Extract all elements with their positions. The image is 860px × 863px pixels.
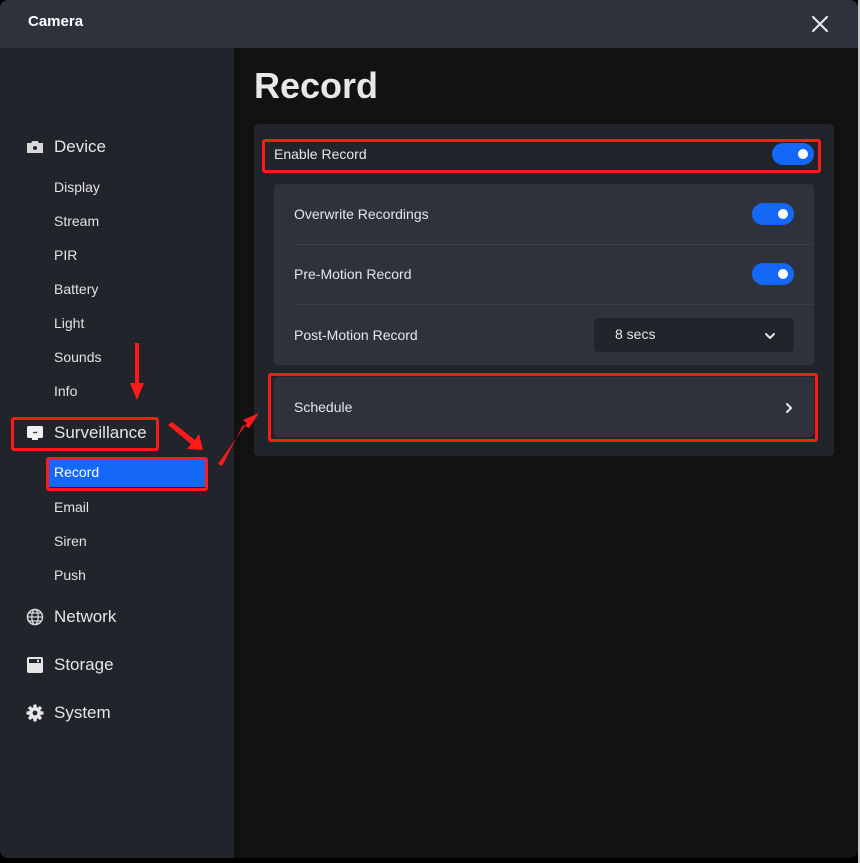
toggle-knob <box>778 269 788 279</box>
overwrite-recordings-label: Overwrite Recordings <box>294 206 429 222</box>
enable-record-label: Enable Record <box>274 146 367 162</box>
divider <box>294 304 814 305</box>
record-settings-panel: Enable Record Overwrite Recordings Pre-M… <box>254 124 834 456</box>
monitor-icon <box>26 424 44 442</box>
camera-settings-window: Camera Device Display Stream PIR Battery… <box>0 0 858 858</box>
sidebar-item-push[interactable]: Push <box>54 563 86 587</box>
enable-record-toggle[interactable] <box>772 143 814 165</box>
schedule-row[interactable]: Schedule <box>274 377 814 437</box>
sidebar-group-network[interactable]: Network <box>26 603 116 631</box>
divider <box>294 244 814 245</box>
post-motion-record-label: Post-Motion Record <box>294 327 418 343</box>
sidebar-group-system[interactable]: System <box>26 699 111 727</box>
sidebar-group-label: Network <box>54 607 117 626</box>
sidebar-group-surveillance[interactable]: Surveillance <box>26 419 147 447</box>
main-content: Record Enable Record Overwrite Recording… <box>234 48 858 858</box>
sidebar-group-label: Storage <box>54 655 114 674</box>
toggle-knob <box>778 209 788 219</box>
toggle-knob <box>798 149 808 159</box>
record-options-group: Overwrite Recordings Pre-Motion Record P… <box>274 184 814 365</box>
sidebar-item-light[interactable]: Light <box>54 311 84 335</box>
overwrite-recordings-toggle[interactable] <box>752 203 794 225</box>
sidebar-item-siren[interactable]: Siren <box>54 529 87 553</box>
sidebar-group-storage[interactable]: Storage <box>26 651 114 679</box>
chevron-right-icon <box>784 401 794 413</box>
sidebar-item-info[interactable]: Info <box>54 379 77 403</box>
sidebar-group-device[interactable]: Device <box>26 133 106 161</box>
title-bar: Camera <box>0 0 858 48</box>
window-title: Camera <box>28 13 84 30</box>
schedule-label: Schedule <box>294 399 353 415</box>
globe-icon <box>26 608 44 626</box>
sidebar-item-stream[interactable]: Stream <box>54 209 99 233</box>
sidebar-item-battery[interactable]: Battery <box>54 277 98 301</box>
post-motion-record-select[interactable]: 8 secs <box>594 318 794 352</box>
sidebar-item-email[interactable]: Email <box>54 495 89 519</box>
sidebar-group-label: Device <box>54 137 106 156</box>
close-icon[interactable] <box>806 10 834 38</box>
sidebar-group-label: Surveillance <box>54 423 147 442</box>
select-value: 8 secs <box>615 326 656 342</box>
pre-motion-record-label: Pre-Motion Record <box>294 266 412 282</box>
sidebar-group-label: System <box>54 703 111 722</box>
sidebar-item-pir[interactable]: PIR <box>54 243 77 267</box>
sidebar-item-sounds[interactable]: Sounds <box>54 345 101 369</box>
chevron-down-icon <box>764 329 776 341</box>
sidebar-item-display[interactable]: Display <box>54 175 100 199</box>
sidebar: Device Display Stream PIR Battery Light … <box>0 48 234 858</box>
pre-motion-record-toggle[interactable] <box>752 263 794 285</box>
page-title: Record <box>254 65 379 106</box>
sidebar-item-record[interactable]: Record <box>49 458 205 487</box>
camera-icon <box>26 138 44 156</box>
gear-icon <box>26 704 44 722</box>
storage-icon <box>26 656 44 674</box>
